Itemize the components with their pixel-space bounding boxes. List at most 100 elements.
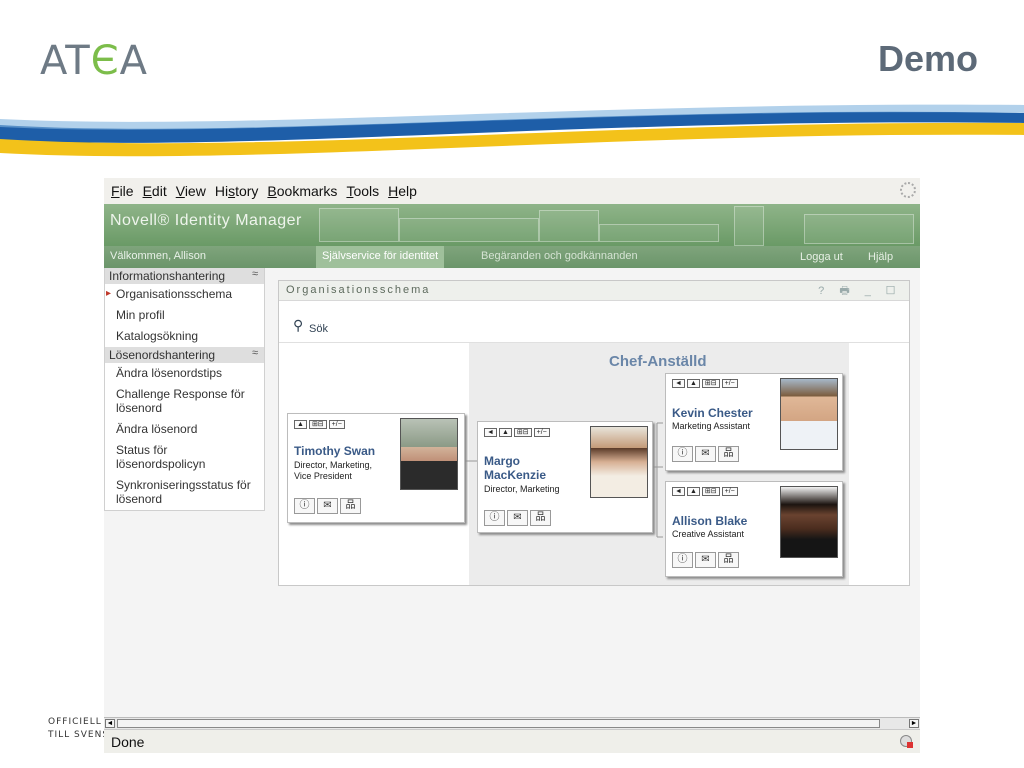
sidebar-item-org-chart[interactable]: Organisationsschema [105,284,264,305]
sidebar-item-change-password[interactable]: Ändra lösenord [105,419,264,440]
person-name-line1[interactable]: Margo [484,454,520,468]
toggle-icon[interactable]: +/− [721,379,738,388]
org-icon[interactable]: 品 [530,510,551,526]
banner-decor [734,206,764,246]
portlet-toolbar: ⚲ Sök [279,301,909,343]
sidebar-item-sync-status[interactable]: Synkroniseringsstatus för lösenord [105,475,264,510]
person-title: Creative Assistant [672,529,745,539]
person-card-allison[interactable]: ◄ ▲ ⊞⊟ +/− Allison Blake Creative Assist… [665,481,843,577]
person-card-timothy[interactable]: ▲ ⊞⊟ +/− Timothy Swan Director, Marketin… [287,413,465,523]
toggle-icon[interactable]: +/− [328,420,345,429]
sidebar-section-info[interactable]: Informationshantering ≈ [105,268,264,284]
card-actions: ⓘ ✉ 品 [294,498,361,514]
expand-icon[interactable]: ⊞⊟ [513,428,532,437]
org-icon[interactable]: 品 [718,446,739,462]
banner-decor [399,218,539,242]
horizontal-scrollbar[interactable]: ◄ ► [104,717,920,729]
avatar [780,486,838,558]
info-icon[interactable]: ⓘ [484,510,505,526]
org-icon[interactable]: 品 [340,498,361,514]
info-icon[interactable]: ⓘ [672,552,693,568]
scroll-right-icon[interactable]: ► [909,719,919,728]
status-bar: Done [104,729,920,753]
browser-window: File Edit View History Bookmarks Tools H… [104,178,920,753]
sidebar-item-challenge-response[interactable]: Challenge Response för lösenord [105,384,264,419]
info-icon[interactable]: ⓘ [294,498,315,514]
portlet-controls[interactable]: ? 🖶 _ ☐ [818,282,901,301]
decorative-swoosh [0,104,1024,157]
banner-decor [539,210,599,242]
menu-tools[interactable]: Tools [346,183,379,199]
search-icon[interactable]: ⚲ [293,317,303,334]
sidebar: Informationshantering ≈ Organisationssch… [104,268,265,511]
scrollbar-thumb[interactable] [117,719,880,728]
atea-logo: ATЄA [40,38,149,84]
card-actions: ⓘ ✉ 品 [672,552,739,568]
org-icon[interactable]: 品 [718,552,739,568]
card-actions: ⓘ ✉ 品 [484,510,551,526]
up-icon[interactable]: ▲ [686,487,700,496]
help-link[interactable]: Hjälp [868,251,893,263]
card-actions: ⓘ ✉ 品 [672,446,739,462]
banner-decor [804,214,914,244]
up-icon[interactable]: ▲ [498,428,512,437]
card-mini-toolbar: ◄ ▲ ⊞⊟ +/− [672,379,738,388]
person-title: Director, Marketing, Vice President [294,460,373,481]
brand-title: Novell® Identity Manager [110,212,302,229]
avatar [780,378,838,450]
security-icon[interactable] [900,735,913,748]
search-link[interactable]: Sök [309,323,328,335]
person-name[interactable]: Allison Blake [672,514,747,528]
card-mini-toolbar: ▲ ⊞⊟ +/− [294,420,345,429]
person-name-line2[interactable]: MacKenzie [484,468,546,482]
collapse-icon[interactable]: ≈ [252,268,258,280]
up-icon[interactable]: ▲ [294,420,307,429]
banner-decor [599,224,719,242]
menu-bar: File Edit View History Bookmarks Tools H… [104,178,920,204]
card-mini-toolbar: ◄ ▲ ⊞⊟ +/− [484,428,550,437]
banner-decor [319,208,399,242]
up-icon[interactable]: ▲ [686,379,700,388]
person-card-kevin[interactable]: ◄ ▲ ⊞⊟ +/− Kevin Chester Marketing Assis… [665,373,843,471]
logout-link[interactable]: Logga ut [800,251,843,263]
expand-icon[interactable]: ⊞⊟ [701,487,720,496]
tab-self-service[interactable]: Självservice för identitet [316,246,445,268]
throbber-icon [900,182,916,198]
nav-bar: Välkommen, Allison Självservice för iden… [104,246,920,268]
info-icon[interactable]: ⓘ [672,446,693,462]
portlet-title: Organisationsschema [286,284,431,296]
expand-icon[interactable]: ⊞⊟ [308,420,327,429]
menu-help[interactable]: Help [388,183,417,199]
sidebar-item-directory-search[interactable]: Katalogsökning [105,326,264,347]
menu-bookmarks[interactable]: Bookmarks [267,183,337,199]
back-icon[interactable]: ◄ [672,379,685,388]
sidebar-section-password[interactable]: Lösenordshantering ≈ [105,347,264,363]
collapse-icon[interactable]: ≈ [252,347,258,359]
back-icon[interactable]: ◄ [484,428,497,437]
scroll-left-icon[interactable]: ◄ [105,719,115,728]
expand-icon[interactable]: ⊞⊟ [701,379,720,388]
person-name[interactable]: Kevin Chester [672,406,753,420]
sidebar-item-password-policy[interactable]: Status för lösenordspolicyn [105,440,264,475]
person-title: Director, Marketing [484,484,560,494]
tab-requests[interactable]: Begäranden och godkännanden [481,250,638,262]
toggle-icon[interactable]: +/− [721,487,738,496]
email-icon[interactable]: ✉ [507,510,528,526]
back-icon[interactable]: ◄ [672,487,685,496]
toggle-icon[interactable]: +/− [533,428,550,437]
org-chart-portlet: Organisationsschema ? 🖶 _ ☐ ⚲ Sök Chef-A… [278,280,910,586]
person-card-margo[interactable]: ◄ ▲ ⊞⊟ +/− Margo MacKenzie Director, Mar… [477,421,653,533]
sidebar-item-password-hint[interactable]: Ändra lösenordstips [105,363,264,384]
menu-history[interactable]: History [215,183,259,199]
email-icon[interactable]: ✉ [695,552,716,568]
email-icon[interactable]: ✉ [695,446,716,462]
page-content: Informationshantering ≈ Organisationssch… [104,268,920,719]
menu-file[interactable]: File [111,183,134,199]
menu-edit[interactable]: Edit [143,183,167,199]
sidebar-item-my-profile[interactable]: Min profil [105,305,264,326]
avatar [590,426,648,498]
person-name[interactable]: Timothy Swan [294,444,375,458]
email-icon[interactable]: ✉ [317,498,338,514]
portlet-header: Organisationsschema ? 🖶 _ ☐ [279,281,909,301]
menu-view[interactable]: View [176,183,206,199]
